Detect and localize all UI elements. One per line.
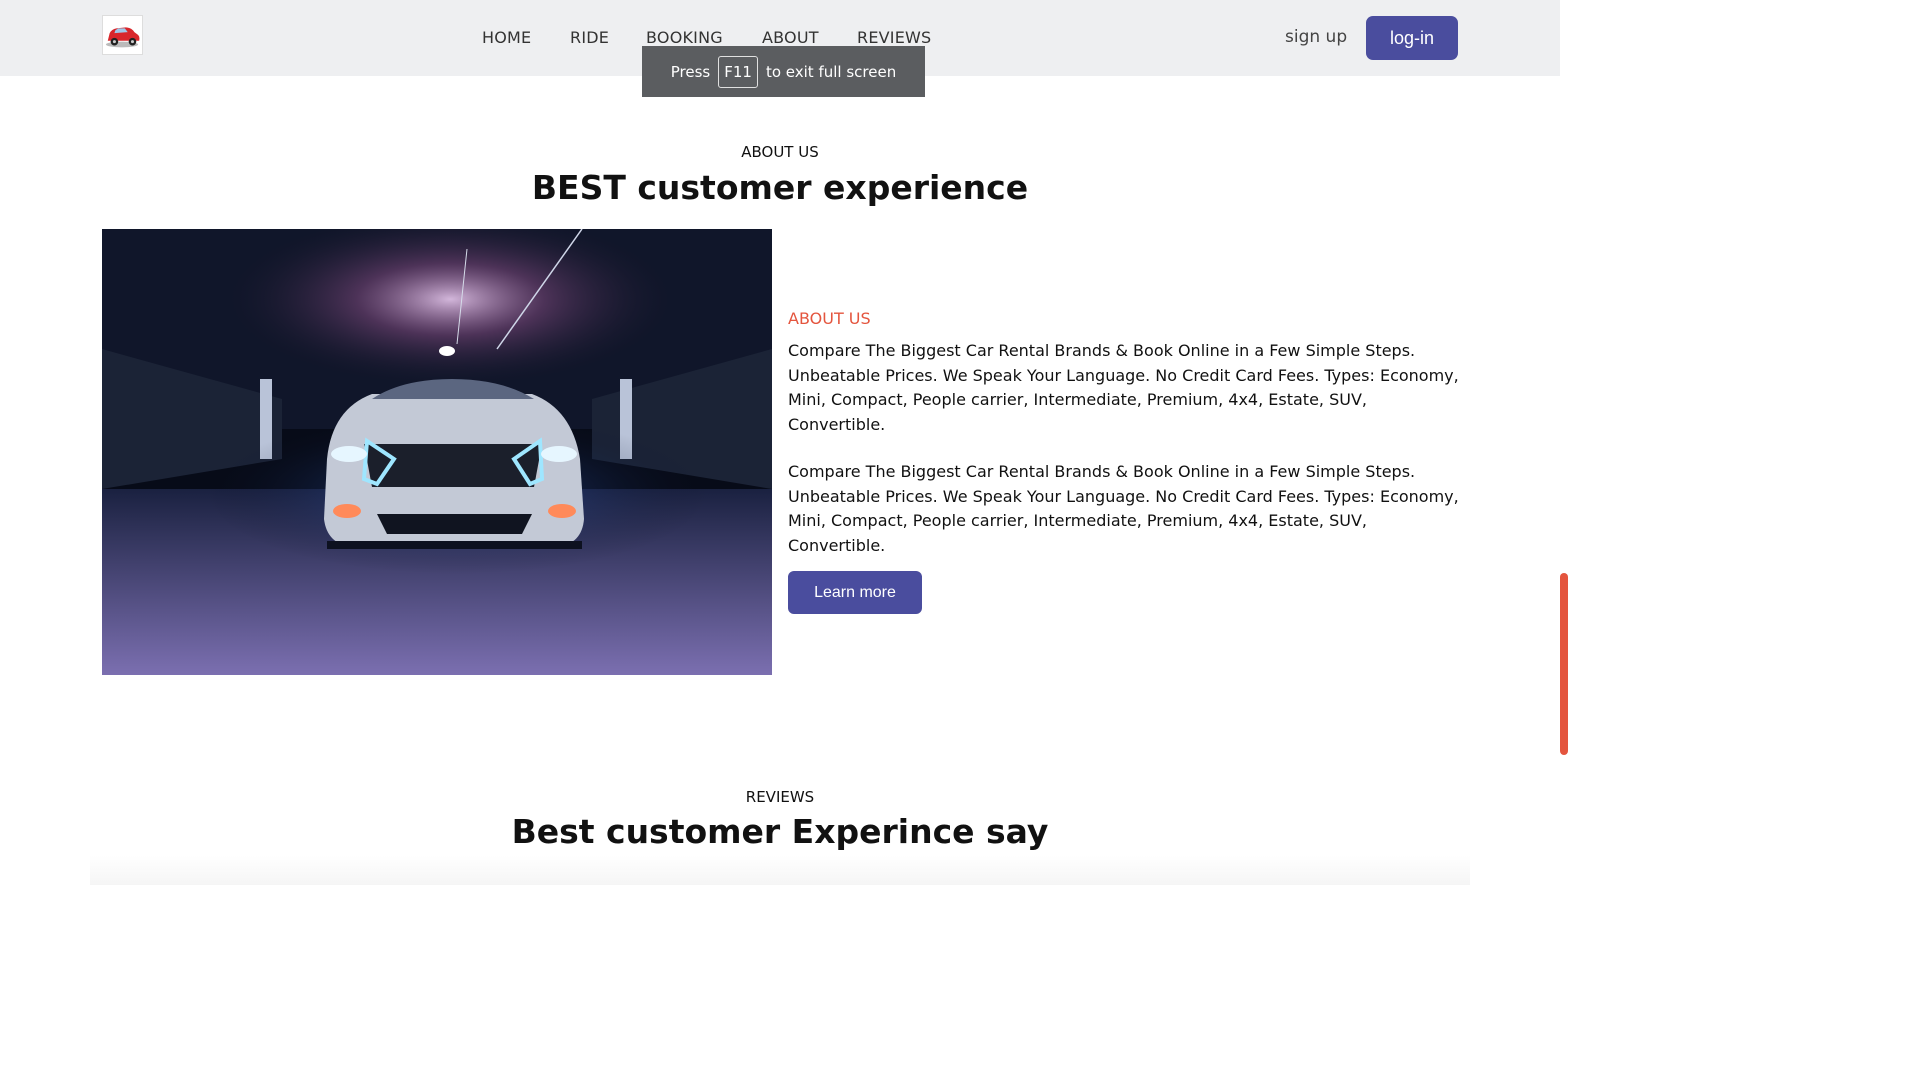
nav-reviews[interactable]: REVIEWS <box>857 28 931 47</box>
about-paragraph-1: Compare The Biggest Car Rental Brands & … <box>788 341 1459 434</box>
about-label: ABOUT US <box>788 309 871 328</box>
learn-more-button[interactable]: Learn more <box>788 571 922 614</box>
reviews-heading: Best customer Experince say <box>511 812 1049 851</box>
reviews-card-shadow <box>90 855 1470 885</box>
nav-about[interactable]: ABOUT <box>762 28 819 47</box>
fullscreen-exit-toast: Press F11 to exit full screen <box>642 46 925 97</box>
car-in-garage-image <box>102 229 772 675</box>
toast-key: F11 <box>718 55 758 88</box>
reviews-kicker: REVIEWS <box>745 788 815 806</box>
nav-home[interactable]: HOME <box>482 28 531 47</box>
page-scrollbar-thumb[interactable] <box>1560 573 1568 755</box>
toast-prefix: Press <box>670 62 711 81</box>
about-heading: BEST customer experience <box>531 168 1029 207</box>
nav-booking[interactable]: BOOKING <box>646 28 723 47</box>
about-paragraph-2: Compare The Biggest Car Rental Brands & … <box>788 462 1459 555</box>
toast-suffix: to exit full screen <box>765 62 897 81</box>
nav-ride[interactable]: RIDE <box>570 28 609 47</box>
login-button[interactable]: log-in <box>1366 16 1458 60</box>
about-kicker: ABOUT US <box>741 143 819 161</box>
signup-link[interactable]: sign up <box>1285 27 1347 47</box>
